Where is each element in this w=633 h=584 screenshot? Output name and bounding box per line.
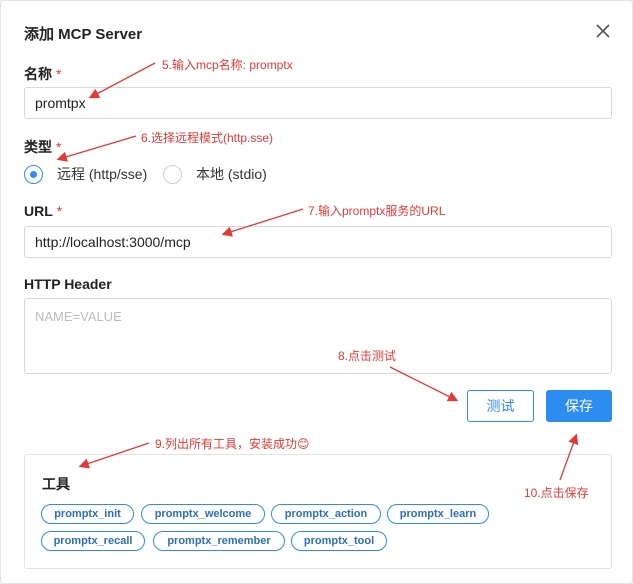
arrow-step-8 [389,366,459,402]
arrow-step-7 [221,208,304,237]
arrow-step-9 [78,442,150,469]
arrow-step-6 [56,135,137,162]
add-mcp-server-dialog: 添加 MCP Server 名称 * promtpx 类型 * 远程 (http/s… [0,0,633,584]
annotation-arrows [56,62,579,481]
arrow-step-5 [88,62,156,99]
arrow-step-10 [559,433,579,481]
